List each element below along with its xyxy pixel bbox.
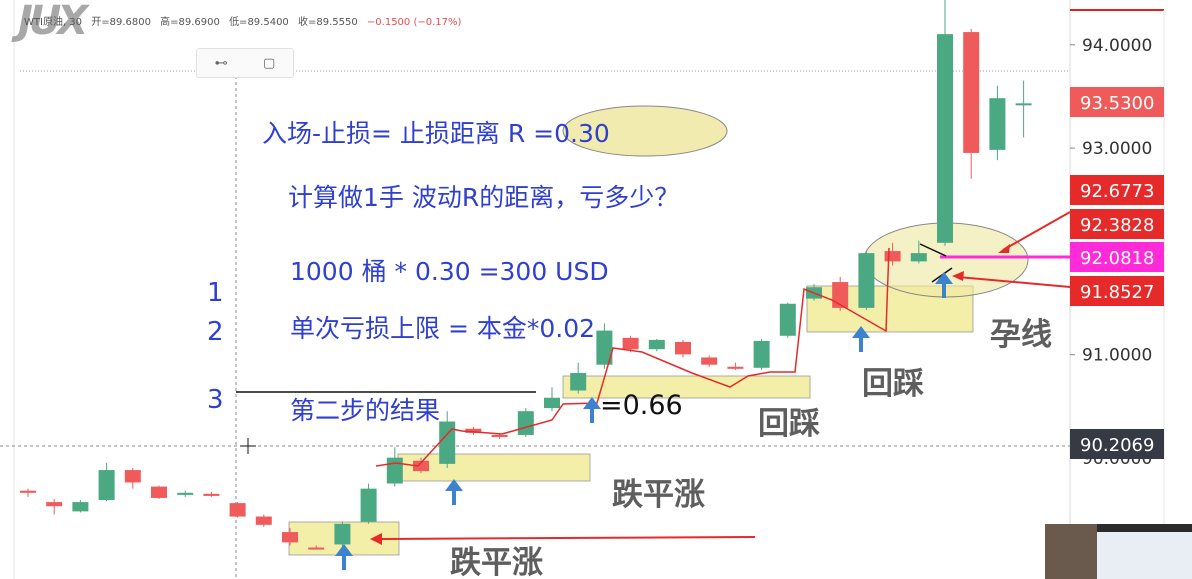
candle-bull[interactable]	[858, 253, 875, 308]
close-value: 收=89.5550	[297, 17, 358, 28]
candle-bear[interactable]	[884, 251, 901, 262]
y-tick-label: 91.0000	[1082, 346, 1152, 366]
y-tick-label: 93.0000	[1082, 139, 1152, 159]
chart-stage: 94.000093.000091.000090.000093.530092.67…	[0, 0, 1192, 579]
candle-bull[interactable]	[544, 397, 560, 409]
label-down-flat-up: 跌平涨	[450, 545, 543, 579]
annotation-question: 计算做1手 波动R的距离，亏多少？	[288, 183, 679, 212]
candle-bear[interactable]	[20, 490, 36, 493]
candle-bear[interactable]	[701, 357, 718, 365]
y-tick-label: 94.0000	[1082, 36, 1152, 56]
low-value: 低=89.5400	[229, 17, 289, 28]
annotation-risk-limit: 单次亏损上限 = 本金*0.02	[290, 314, 595, 343]
label-inside-bar: 孕线	[990, 317, 1052, 353]
candle-bear[interactable]	[308, 547, 325, 550]
candle-bull[interactable]	[570, 372, 587, 391]
candle-bull[interactable]	[648, 339, 665, 350]
candle-bull[interactable]	[177, 492, 194, 495]
candle-bear[interactable]	[203, 493, 220, 496]
candle-bull[interactable]	[334, 523, 351, 545]
candle-bear[interactable]	[963, 32, 980, 153]
candle-bear[interactable]	[622, 337, 639, 350]
high-value: 高=89.6900	[160, 17, 220, 28]
label-pullback: 回踩	[862, 366, 924, 402]
screen-thumbnail	[1097, 532, 1192, 579]
label-down-flat-up: 跌平涨	[612, 477, 705, 513]
annotation-step-result: 第二步的结果	[290, 396, 440, 425]
candle-bull[interactable]	[72, 502, 89, 512]
bottom-arrow-line	[377, 536, 756, 540]
candle-bull[interactable]	[98, 470, 115, 501]
candle-bear[interactable]	[151, 486, 167, 498]
shape-tool-icon[interactable]: ▢	[263, 56, 275, 71]
candle-bull[interactable]	[439, 421, 456, 464]
presenter-video	[1045, 524, 1097, 579]
change-value: −0.1500 (−0.17%)	[366, 17, 462, 28]
candle-bear[interactable]	[46, 502, 63, 507]
candle-bull[interactable]	[753, 340, 770, 368]
candle-bear[interactable]	[675, 341, 691, 355]
candle-bear[interactable]	[491, 434, 508, 438]
candle-bull[interactable]	[779, 303, 796, 336]
candle-bear[interactable]	[229, 503, 246, 517]
candle-bull[interactable]	[937, 34, 953, 243]
annotation-barrels: 1000 桶 * 0.30 =300 USD	[290, 257, 609, 286]
symbol-label[interactable]: WTI原油, 30	[24, 17, 82, 28]
webcam-overlay	[1045, 524, 1192, 579]
price-label-text: 92.0818	[1080, 248, 1154, 269]
candle-bull[interactable]	[989, 98, 1006, 150]
price-label-text: 90.2069	[1080, 435, 1154, 456]
ratio-label: =0.66	[600, 390, 683, 421]
step-number-3: 3	[207, 385, 224, 415]
candle-bull[interactable]	[517, 411, 534, 435]
level-arrow-1	[1002, 211, 1071, 251]
candle-bear[interactable]	[255, 516, 272, 525]
step-number-1: 1	[207, 278, 224, 308]
price-label-text: 91.8527	[1080, 282, 1154, 303]
price-label-text: 93.5300	[1080, 93, 1154, 114]
line-tool-icon[interactable]: ⊷	[215, 56, 228, 71]
drawing-toolbar: ⊷ ▢	[196, 48, 294, 78]
candle-bull[interactable]	[360, 488, 377, 522]
candle-bull[interactable]	[910, 253, 927, 262]
price-label-text: 92.6773	[1080, 181, 1154, 202]
ohlc-header: WTI原油, 30 开=89.6800 高=89.6900 低=89.5400 …	[24, 13, 467, 28]
candle-bear[interactable]	[727, 366, 744, 369]
label-pullback: 回踩	[758, 406, 820, 442]
step-number-2: 2	[207, 317, 224, 347]
candle-bull[interactable]	[1015, 103, 1032, 106]
annotation-r-distance: 入场-止损= 止损距离 R =0.30	[262, 119, 610, 148]
candle-bear[interactable]	[124, 470, 141, 483]
candle-bear[interactable]	[282, 532, 298, 543]
open-value: 开=89.6800	[91, 17, 151, 28]
price-label-text: 92.3828	[1080, 215, 1154, 236]
candlestick-chart[interactable]: 94.000093.000091.000090.000093.530092.67…	[0, 0, 1192, 579]
candle-bull[interactable]	[386, 457, 403, 484]
